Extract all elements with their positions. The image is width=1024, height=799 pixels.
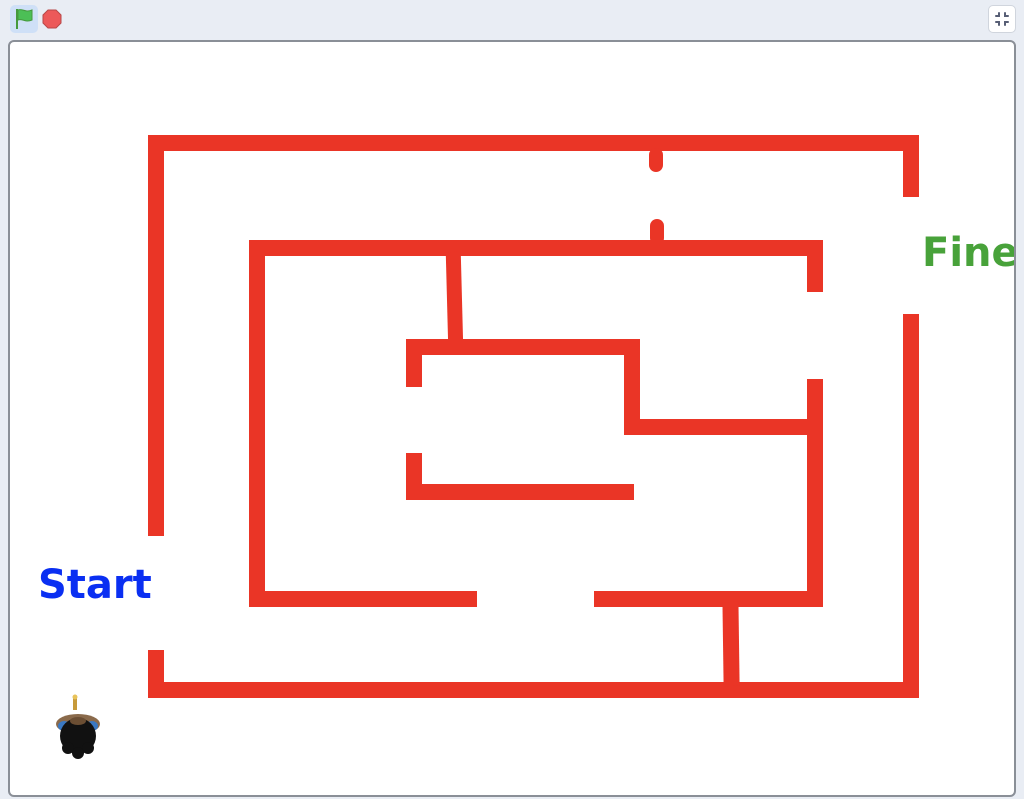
- unfullscreen-icon: [995, 12, 1009, 26]
- maze-wall: [406, 339, 640, 355]
- start-label: Start: [38, 562, 152, 608]
- maze-wall: [148, 135, 164, 536]
- game-stage[interactable]: Start Fine: [8, 40, 1016, 797]
- character-sprite-icon: [56, 694, 100, 759]
- maze-wall: [406, 339, 422, 387]
- maze-wall: [148, 135, 918, 151]
- maze-wall: [624, 419, 823, 435]
- character-sprite[interactable]: [54, 694, 102, 764]
- maze-wall: [594, 591, 823, 607]
- stop-sign-icon: [42, 9, 62, 29]
- maze-wall: [249, 240, 823, 256]
- maze-wall: [249, 240, 265, 607]
- maze-wall: [649, 148, 663, 172]
- maze-wall: [148, 682, 918, 698]
- maze-wall: [722, 601, 740, 687]
- stop-button[interactable]: [41, 8, 63, 30]
- maze-wall: [807, 240, 823, 292]
- green-flag-button[interactable]: [10, 5, 38, 33]
- green-flag-icon: [16, 9, 33, 29]
- stage-toolbar: [0, 0, 1024, 38]
- maze-walls: [148, 135, 919, 698]
- maze-wall: [807, 379, 823, 607]
- maze-wall: [406, 484, 634, 500]
- maze-wall: [903, 135, 919, 197]
- maze-wall: [249, 591, 477, 607]
- unfullscreen-button[interactable]: [988, 5, 1016, 33]
- finish-label: Fine: [922, 230, 1016, 276]
- maze-wall: [903, 314, 919, 698]
- maze-wall: [445, 251, 464, 349]
